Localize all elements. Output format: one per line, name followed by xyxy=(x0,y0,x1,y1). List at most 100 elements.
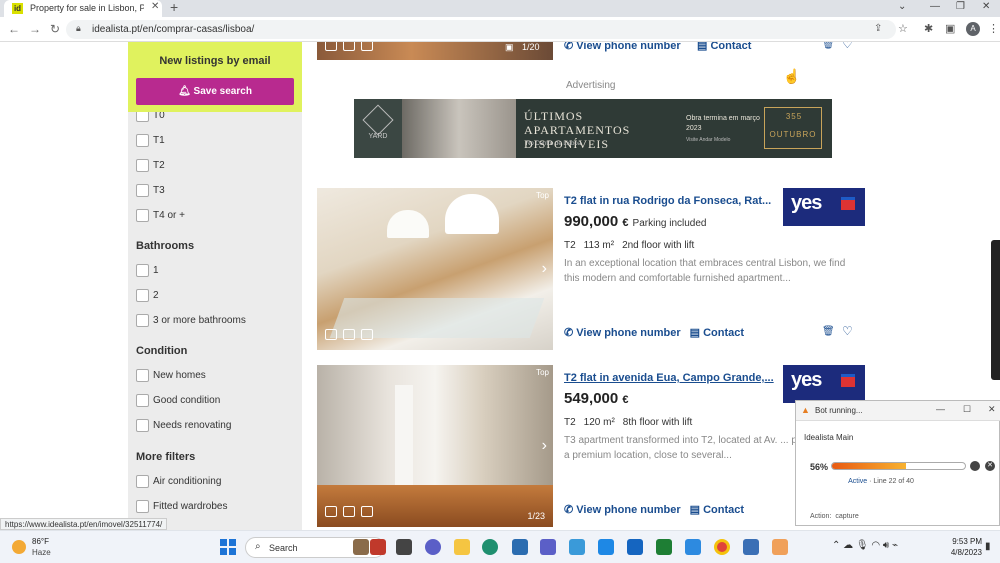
vscode-app-icon[interactable] xyxy=(685,539,701,555)
media-app-icon[interactable] xyxy=(370,539,386,555)
heart-icon[interactable]: ♡ xyxy=(842,324,853,338)
listing-card[interactable]: Top › T2 flat in rua Rodrigo da Fonseca,… xyxy=(317,188,869,352)
3d-tour-icon[interactable] xyxy=(325,329,337,340)
store-app-icon[interactable] xyxy=(512,539,528,555)
next-photo-chevron-icon[interactable]: › xyxy=(542,260,547,278)
edge-browser-icon[interactable] xyxy=(482,539,498,555)
widgets-app-icon[interactable] xyxy=(353,539,369,555)
filter-checkbox[interactable] xyxy=(136,209,149,222)
system-tray[interactable]: ⌃ ☁ 🎙︎ ◠ 🔊︎ ⌁ xyxy=(832,540,898,551)
heart-icon[interactable]: ♡ xyxy=(842,42,853,51)
video-icon[interactable] xyxy=(343,506,355,517)
teams-app-icon[interactable] xyxy=(540,539,556,555)
file-explorer-icon[interactable] xyxy=(454,539,470,555)
lync-app-icon[interactable] xyxy=(569,539,585,555)
filter-checkbox[interactable] xyxy=(136,500,149,513)
maximize-icon[interactable]: ☐ xyxy=(963,404,971,415)
3d-tour-icon[interactable] xyxy=(325,42,337,51)
chrome-app-icon[interactable] xyxy=(714,539,730,555)
close-icon[interactable]: ✕ xyxy=(988,404,996,415)
reload-icon[interactable]: ↻ xyxy=(50,22,60,36)
excel-app-icon[interactable] xyxy=(656,539,672,555)
filter-checkbox[interactable] xyxy=(136,184,149,197)
side-panel-icon[interactable]: ▣ xyxy=(945,22,955,35)
forward-arrow-icon[interactable]: → xyxy=(29,22,41,36)
floorplan-icon[interactable] xyxy=(361,329,373,340)
contact-link[interactable]: ▤ Contact xyxy=(690,504,744,516)
floorplan-icon[interactable] xyxy=(361,506,373,517)
bookmark-star-icon[interactable]: ☆ xyxy=(898,22,908,35)
bot-runner-window[interactable]: ▲ Bot running... — ☐ ✕ Idealista Main 56… xyxy=(795,400,1000,526)
listing-photo[interactable]: ▣ 1/20 xyxy=(317,42,553,60)
view-phone-link[interactable]: ✆ View phone number xyxy=(564,42,681,52)
filter-checkbox[interactable] xyxy=(136,264,149,277)
listing-title-link[interactable]: T2 flat in rua Rodrigo da Fonseca, Rat..… xyxy=(564,195,774,207)
contact-link[interactable]: ▤ Contact xyxy=(690,327,744,339)
filter-checkbox[interactable] xyxy=(136,159,149,172)
3d-tour-icon[interactable] xyxy=(325,506,337,517)
house-logo-icon xyxy=(841,197,855,210)
system-clock[interactable]: 9:53 PM 4/8/2023 xyxy=(946,536,982,558)
restore-icon[interactable]: ❐ xyxy=(956,1,965,12)
filter-label-t4-plus: T4 or + xyxy=(153,210,185,221)
listing-card-partial[interactable]: ▣ 1/20 ✆ View phone number ▤ Contact 🗑︎ … xyxy=(317,42,869,60)
chat-app-icon[interactable] xyxy=(425,539,441,555)
windows-start-icon[interactable] xyxy=(220,539,236,555)
close-window-icon[interactable]: ✕ xyxy=(982,1,990,12)
blue-app-icon[interactable] xyxy=(598,539,614,555)
next-photo-chevron-icon[interactable]: › xyxy=(542,437,547,455)
close-tab-icon[interactable]: ✕ xyxy=(151,1,159,12)
chat-icon: ▤ xyxy=(689,327,704,339)
listing-photo[interactable]: Top › 1/23 xyxy=(317,365,553,527)
filter-checkbox[interactable] xyxy=(136,394,149,407)
stop-icon[interactable]: ✕ xyxy=(985,461,995,471)
listing-card[interactable]: Top › 1/23 T2 flat in avenida Eua, Campo… xyxy=(317,365,869,530)
filter-label-good-condition: Good condition xyxy=(153,395,221,406)
floating-side-toolbar[interactable] xyxy=(991,240,1000,380)
filter-checkbox[interactable] xyxy=(136,475,149,488)
filter-checkbox[interactable] xyxy=(136,289,149,302)
menu-kebab-icon[interactable]: ⋮ xyxy=(988,22,999,35)
share-icon[interactable]: ⇪ xyxy=(874,23,882,34)
listing-description[interactable]: In an exceptional location that embraces… xyxy=(564,256,854,286)
filter-checkbox[interactable] xyxy=(136,369,149,382)
agency-logo-yes[interactable]: yes xyxy=(783,188,865,226)
typology: T2 xyxy=(564,417,576,428)
address-bar[interactable]: 🔒︎ idealista.pt/en/comprar-casas/lisboa/… xyxy=(66,20,908,39)
search-icon: ⌕ xyxy=(255,541,261,552)
listing-title-link[interactable]: T2 flat in avenida Eua, Campo Grande,... xyxy=(564,372,774,384)
contact-link[interactable]: ▤ Contact xyxy=(697,42,751,52)
pause-icon[interactable] xyxy=(970,461,980,471)
filter-checkbox[interactable] xyxy=(136,419,149,432)
trash-icon[interactable]: 🗑︎ xyxy=(822,42,835,50)
new-tab-button[interactable]: + xyxy=(170,0,178,15)
tab-search-icon[interactable]: ⌄ xyxy=(898,1,906,12)
browser-tab[interactable]: id Property for sale in Lisbon, Portu ✕ xyxy=(4,0,162,17)
floorplan-icon[interactable] xyxy=(361,42,373,51)
view-phone-link[interactable]: ✆ View phone number xyxy=(564,327,681,339)
filter-checkbox[interactable] xyxy=(136,134,149,147)
floor: 2nd floor with lift xyxy=(622,240,695,251)
save-search-button[interactable]: 🔔︎ Save search xyxy=(136,78,294,105)
profile-avatar[interactable]: A xyxy=(966,22,980,36)
extensions-puzzle-icon[interactable]: ✱ xyxy=(924,22,933,35)
task-view-icon[interactable] xyxy=(396,539,412,555)
minimize-icon[interactable]: — xyxy=(936,404,945,414)
phone-icon: ✆ xyxy=(564,42,577,52)
trash-icon[interactable]: 🗑︎ xyxy=(822,326,835,337)
agency-logo-yes[interactable]: yes xyxy=(783,365,865,403)
notification-icon[interactable]: ▮ xyxy=(985,541,991,552)
taskbar-search-placeholder: Search xyxy=(269,543,298,553)
ad-banner[interactable]: YARD ÚLTIMOS APARTAMENTOS DISPONÍVEIS No… xyxy=(354,99,832,158)
view-phone-link[interactable]: ✆ View phone number xyxy=(564,504,681,516)
minimize-icon[interactable]: — xyxy=(930,1,940,12)
back-arrow-icon[interactable]: ← xyxy=(8,22,20,36)
video-icon[interactable] xyxy=(343,42,355,51)
outlook-app-icon[interactable] xyxy=(627,539,643,555)
notes-app-icon[interactable] xyxy=(743,539,759,555)
filter-checkbox[interactable] xyxy=(136,314,149,327)
video-icon[interactable] xyxy=(343,329,355,340)
listing-photo[interactable]: Top › xyxy=(317,188,553,350)
bot-app-taskbar-icon[interactable] xyxy=(772,539,788,555)
ad-brand-name: OUTUBRO xyxy=(769,130,817,139)
